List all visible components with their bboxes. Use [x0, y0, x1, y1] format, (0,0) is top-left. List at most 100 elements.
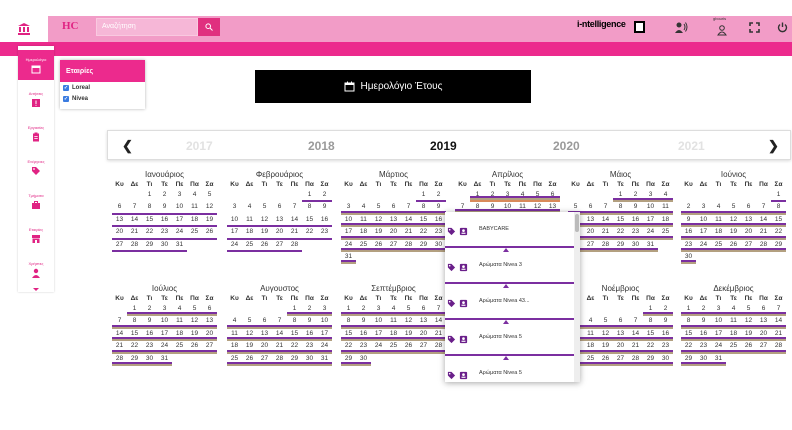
- calendar-day[interactable]: 23: [356, 341, 371, 353]
- calendar-day[interactable]: 13: [583, 215, 598, 227]
- calendar-day[interactable]: 14: [287, 215, 302, 227]
- calendar-day[interactable]: 28: [112, 354, 127, 366]
- calendar-day[interactable]: 13: [756, 316, 771, 328]
- calendar-day[interactable]: 23: [658, 341, 673, 353]
- calendar-day[interactable]: 19: [371, 227, 386, 239]
- calendar-day[interactable]: 28: [771, 341, 786, 353]
- calendar-day[interactable]: 1: [287, 304, 302, 316]
- calendar-day[interactable]: 9: [317, 202, 332, 214]
- calendar-day[interactable]: 17: [711, 329, 726, 341]
- calendar-day[interactable]: 6: [416, 304, 431, 316]
- sidebar-item-requests[interactable]: Αιτήσεις: [18, 84, 54, 114]
- calendar-day[interactable]: 6: [112, 202, 127, 214]
- calendar-day[interactable]: 22: [341, 341, 356, 353]
- calendar-day[interactable]: 7: [771, 304, 786, 316]
- calendar-day[interactable]: 31: [157, 354, 172, 366]
- calendar-day[interactable]: 18: [583, 341, 598, 353]
- calendar-day[interactable]: 1: [771, 190, 786, 202]
- calendar-day[interactable]: 2: [356, 304, 371, 316]
- calendar-day[interactable]: 3: [317, 304, 332, 316]
- calendar-day[interactable]: 11: [227, 329, 242, 341]
- sidebar-item-tasks[interactable]: Εργασίες: [18, 118, 54, 148]
- calendar-day[interactable]: 24: [643, 227, 658, 239]
- calendar-day[interactable]: 11: [658, 202, 673, 214]
- calendar-day[interactable]: 12: [242, 329, 257, 341]
- calendar-day[interactable]: 14: [112, 329, 127, 341]
- calendar-day[interactable]: 23: [628, 227, 643, 239]
- calendar-day[interactable]: 3: [696, 202, 711, 214]
- year-option[interactable]: 2021: [678, 139, 705, 153]
- calendar-day[interactable]: 6: [756, 304, 771, 316]
- calendar-day[interactable]: 20: [386, 227, 401, 239]
- calendar-day[interactable]: 11: [187, 202, 202, 214]
- event-item[interactable]: Αρώματα Nivea 3: [445, 248, 580, 284]
- calendar-day[interactable]: 26: [242, 354, 257, 366]
- calendar-day[interactable]: 26: [401, 341, 416, 353]
- calendar-day[interactable]: 30: [681, 252, 696, 264]
- calendar-day[interactable]: 3: [157, 304, 172, 316]
- calendar-day[interactable]: 31: [711, 354, 726, 366]
- calendar-day[interactable]: 29: [613, 240, 628, 252]
- calendar-day[interactable]: 7: [287, 202, 302, 214]
- calendar-day[interactable]: 1: [142, 190, 157, 202]
- calendar-day[interactable]: 30: [356, 354, 371, 366]
- chevron-down-icon[interactable]: [33, 288, 39, 291]
- company-option-loreal[interactable]: ✓ Loreal: [60, 82, 145, 93]
- calendar-day[interactable]: 31: [341, 252, 356, 264]
- calendar-day[interactable]: 4: [187, 190, 202, 202]
- calendar-day[interactable]: 2: [142, 304, 157, 316]
- calendar-day[interactable]: 8: [142, 202, 157, 214]
- calendar-day[interactable]: 16: [696, 329, 711, 341]
- calendar-day[interactable]: 21: [112, 341, 127, 353]
- calendar-day[interactable]: 22: [771, 227, 786, 239]
- sidebar-item-actions[interactable]: Ενέργειες: [18, 152, 54, 182]
- calendar-day[interactable]: 26: [726, 240, 741, 252]
- calendar-day[interactable]: 12: [726, 215, 741, 227]
- calendar-day[interactable]: 16: [317, 215, 332, 227]
- calendar-day[interactable]: 8: [681, 316, 696, 328]
- calendar-day[interactable]: 9: [157, 202, 172, 214]
- calendar-day[interactable]: 3: [711, 304, 726, 316]
- calendar-day[interactable]: 16: [681, 227, 696, 239]
- calendar-day[interactable]: 19: [598, 341, 613, 353]
- calendar-day[interactable]: 29: [643, 354, 658, 366]
- calendar-day[interactable]: 8: [302, 202, 317, 214]
- calendar-day[interactable]: 12: [202, 202, 217, 214]
- calendar-day[interactable]: 22: [613, 227, 628, 239]
- calendar-day[interactable]: 2: [681, 202, 696, 214]
- calendar-day[interactable]: 13: [613, 329, 628, 341]
- calendar-day[interactable]: 3: [227, 202, 242, 214]
- calendar-day[interactable]: 19: [187, 329, 202, 341]
- calendar-day[interactable]: 15: [771, 215, 786, 227]
- calendar-day[interactable]: 25: [356, 240, 371, 252]
- calendar-day[interactable]: 17: [371, 329, 386, 341]
- calendar-day[interactable]: 6: [272, 202, 287, 214]
- user-profile-button[interactable]: [714, 22, 730, 38]
- calendar-day[interactable]: 6: [386, 202, 401, 214]
- calendar-day[interactable]: 23: [431, 227, 446, 239]
- calendar-day[interactable]: 10: [643, 202, 658, 214]
- calendar-day[interactable]: 9: [431, 202, 446, 214]
- calendar-day[interactable]: 12: [598, 329, 613, 341]
- calendar-day[interactable]: 1: [643, 304, 658, 316]
- calendar-day[interactable]: 10: [227, 215, 242, 227]
- calendar-day[interactable]: 14: [272, 329, 287, 341]
- calendar-day[interactable]: 11: [356, 215, 371, 227]
- calendar-day[interactable]: 28: [287, 240, 302, 252]
- calendar-day[interactable]: 17: [317, 329, 332, 341]
- calendar-day[interactable]: 30: [431, 240, 446, 252]
- calendar-day[interactable]: 19: [401, 329, 416, 341]
- calendar-day[interactable]: 12: [187, 316, 202, 328]
- calendar-day[interactable]: 3: [172, 190, 187, 202]
- calendar-day[interactable]: 9: [356, 316, 371, 328]
- calendar-day[interactable]: 25: [658, 227, 673, 239]
- calendar-day[interactable]: 24: [711, 341, 726, 353]
- calendar-day[interactable]: 20: [741, 227, 756, 239]
- calendar-day[interactable]: 7: [431, 304, 446, 316]
- calendar-day[interactable]: 19: [741, 329, 756, 341]
- calendar-day[interactable]: 1: [127, 304, 142, 316]
- calendar-day[interactable]: 7: [598, 202, 613, 214]
- calendar-day[interactable]: 21: [431, 329, 446, 341]
- calendar-day[interactable]: 27: [583, 240, 598, 252]
- event-item[interactable]: Αρώματα Nivea 43...: [445, 284, 580, 320]
